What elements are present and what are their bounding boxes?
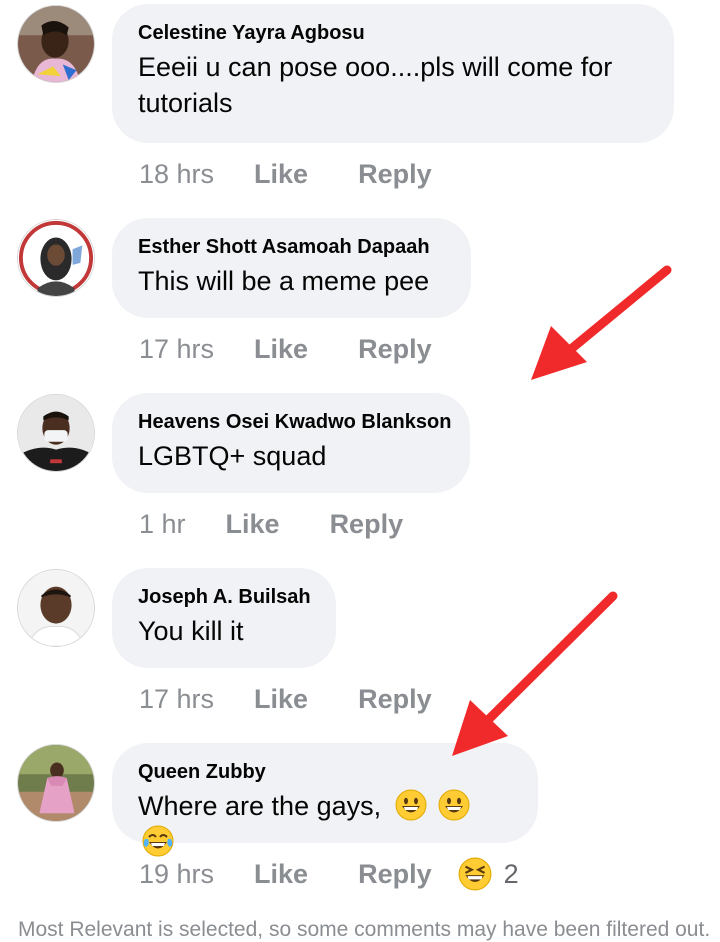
comment-time[interactable]: 17 hrs [139,684,214,715]
comment-text: Where are the gays, [138,788,512,860]
reaction-count: 2 [503,858,519,889]
avatar[interactable] [17,219,95,297]
comment-bubble: Celestine Yayra Agbosu Eeeii u can pose … [112,4,674,143]
comment-time[interactable]: 1 hr [139,509,186,540]
comment-actions: 1 hr Like Reply [139,504,403,544]
tears-of-joy-icon [142,825,174,857]
comment-author[interactable]: Celestine Yayra Agbosu [138,20,648,46]
comment-author[interactable]: Queen Zubby [138,759,512,785]
comment-author[interactable]: Esther Shott Asamoah Dapaah [138,234,445,260]
reply-button[interactable]: Reply [358,859,432,890]
comment-actions: 18 hrs Like Reply [139,154,432,194]
like-button[interactable]: Like [254,334,308,365]
avatar-photo [18,395,94,471]
avatar-photo [18,745,94,821]
avatar-photo [18,220,94,296]
reaction-summary[interactable]: 2 [458,857,519,891]
comment-time[interactable]: 17 hrs [139,334,214,365]
like-button[interactable]: Like [254,684,308,715]
grinning-face-icon [395,789,427,821]
red-arrow-icon [452,591,618,756]
reply-button[interactable]: Reply [330,509,404,540]
comment-text: You kill it [138,616,244,646]
comment-text: Eeeii u can pose ooo....pls will come fo… [138,52,613,118]
comment-actions: 17 hrs Like Reply [139,679,432,719]
avatar[interactable] [17,5,95,83]
avatar[interactable] [17,394,95,472]
avatar-photo [18,6,94,82]
comment-author[interactable]: Heavens Osei Kwadwo Blankson [138,409,451,435]
comment-time[interactable]: 18 hrs [139,159,214,190]
reply-button[interactable]: Reply [358,159,432,190]
filter-notice: Most Relevant is selected, so some comme… [18,918,711,941]
comment-text: This will be a meme pee [138,266,430,296]
like-button[interactable]: Like [254,859,308,890]
like-button[interactable]: Like [254,159,308,190]
comment-text: LGBTQ+ squad [138,441,327,471]
comment-bubble: Heavens Osei Kwadwo Blankson LGBTQ+ squa… [112,393,470,493]
avatar-photo [18,570,94,646]
reply-button[interactable]: Reply [358,334,432,365]
red-arrow-icon [531,265,672,380]
comment-bubble: Joseph A. Builsah You kill it [112,568,336,668]
avatar[interactable] [17,569,95,647]
grinning-face-icon [438,789,470,821]
comment-author[interactable]: Joseph A. Builsah [138,584,311,610]
avatar[interactable] [17,744,95,822]
squinting-face-icon [458,857,492,891]
comment-text-body: Where are the gays, [138,791,382,821]
like-button[interactable]: Like [226,509,280,540]
comment-time[interactable]: 19 hrs [139,859,214,890]
comment-bubble: Esther Shott Asamoah Dapaah This will be… [112,218,471,318]
reply-button[interactable]: Reply [358,684,432,715]
comment-actions: 17 hrs Like Reply [139,329,432,369]
comment-actions: 19 hrs Like Reply 2 [139,854,519,894]
